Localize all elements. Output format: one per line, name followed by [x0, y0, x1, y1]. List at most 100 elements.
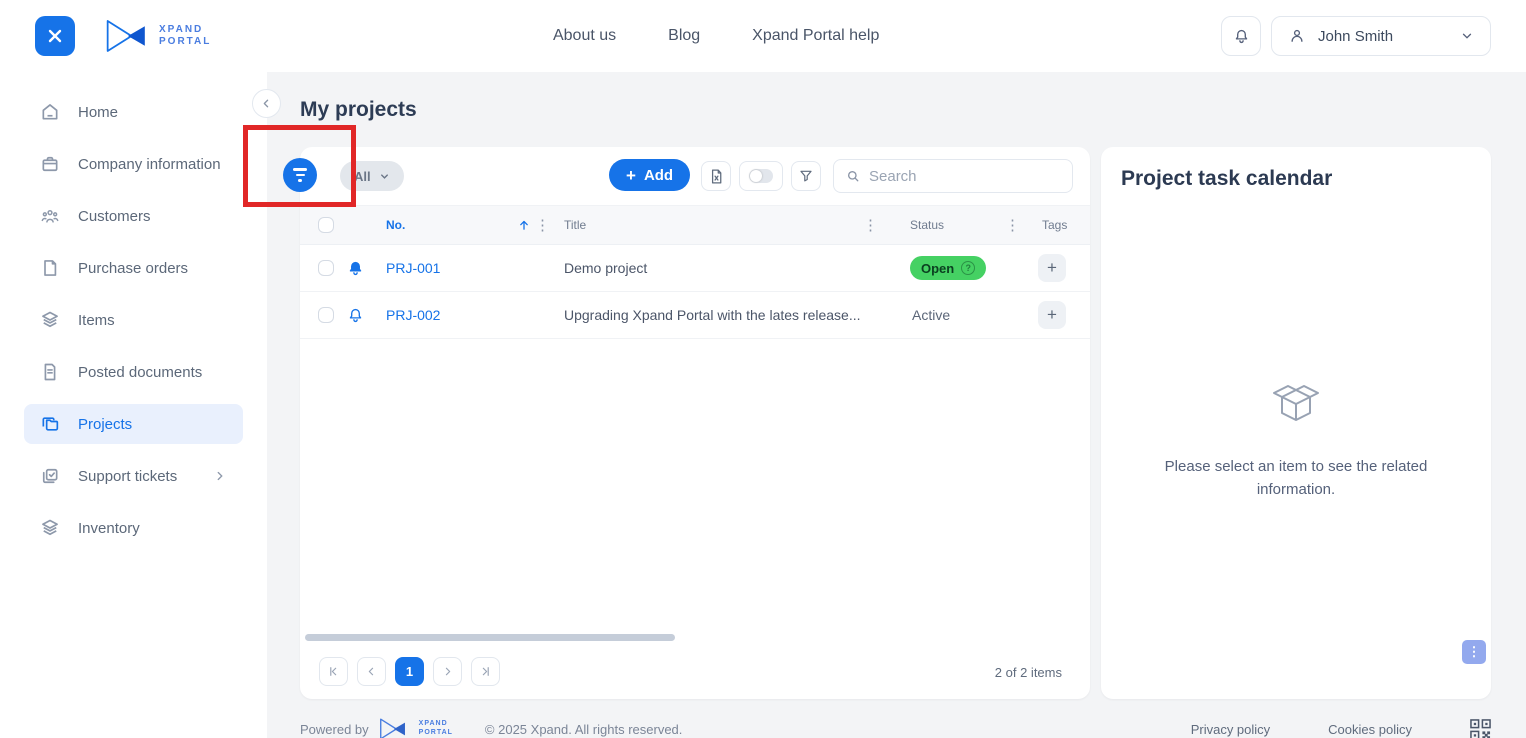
search-icon: [845, 168, 861, 184]
close-menu-button[interactable]: [35, 16, 75, 56]
support-ticket-icon: [40, 466, 60, 486]
sidebar-item-purchase-orders[interactable]: Purchase orders: [24, 242, 243, 294]
top-header: XPANDPORTAL About us Blog Xpand Portal h…: [0, 0, 1526, 72]
purchase-order-icon: [40, 258, 60, 278]
bell-outline-icon: [346, 306, 386, 325]
sidebar-item-label: Inventory: [78, 520, 140, 537]
column-menu-icon[interactable]: ⋮: [531, 216, 554, 234]
add-tag-button[interactable]: +: [1038, 301, 1066, 329]
column-header-title[interactable]: Title: [564, 218, 586, 232]
table-row[interactable]: PRJ-001 Demo project Open ? +: [300, 245, 1090, 292]
search-input[interactable]: [869, 168, 1068, 185]
home-icon: [40, 102, 60, 122]
projects-folder-icon: [40, 414, 60, 434]
items-count-summary: 2 of 2 items: [995, 665, 1062, 680]
first-page-button[interactable]: [319, 657, 348, 686]
add-button[interactable]: + Add: [609, 159, 690, 191]
project-title: Demo project: [564, 260, 900, 276]
projects-list-card: All + Add: [300, 147, 1090, 699]
bell-icon: [1232, 27, 1251, 46]
column-menu-icon[interactable]: ⋮: [1001, 216, 1024, 234]
project-no-link[interactable]: PRJ-002: [386, 307, 564, 323]
panel-menu-button[interactable]: ⋮: [1462, 640, 1486, 664]
brand-name: XPANDPORTAL: [419, 720, 453, 738]
select-all-checkbox[interactable]: [318, 217, 334, 233]
xpand-logo-icon: [379, 717, 409, 738]
powered-by-label: Powered by: [300, 722, 369, 737]
top-navigation: About us Blog Xpand Portal help: [211, 27, 1221, 45]
pagination: 1: [319, 657, 500, 686]
user-icon: [1288, 27, 1306, 45]
row-checkbox[interactable]: [318, 260, 334, 276]
page-number-button[interactable]: 1: [395, 657, 424, 686]
sidebar-item-label: Support tickets: [78, 468, 177, 485]
sidebar-collapse-button[interactable]: [252, 89, 281, 118]
sidebar-item-items[interactable]: Items: [24, 294, 243, 346]
sidebar-item-label: Posted documents: [78, 364, 202, 381]
project-task-calendar-panel: Project task calendar Please select an i…: [1101, 147, 1491, 699]
sidebar-item-projects[interactable]: Projects: [24, 404, 243, 444]
status-badge[interactable]: Open ?: [910, 256, 986, 280]
notifications-button[interactable]: [1221, 16, 1261, 56]
column-header-tags[interactable]: Tags: [1030, 218, 1086, 232]
header-actions: John Smith: [1221, 16, 1491, 56]
user-menu-button[interactable]: John Smith: [1271, 16, 1491, 56]
plus-icon: +: [626, 167, 636, 184]
column-header-no[interactable]: No.: [386, 218, 405, 232]
sidebar-item-label: Projects: [78, 416, 132, 433]
briefcase-icon: [40, 154, 60, 174]
last-page-button[interactable]: [471, 657, 500, 686]
funnel-icon: [798, 168, 814, 184]
bell-filled-icon: [346, 259, 386, 278]
column-menu-icon[interactable]: ⋮: [859, 216, 882, 234]
main-content: My projects All: [267, 72, 1526, 738]
brand-logo[interactable]: XPANDPORTAL: [105, 18, 211, 54]
qr-code-icon[interactable]: [1470, 719, 1491, 738]
horizontal-scrollbar[interactable]: [305, 634, 675, 641]
sidebar-item-label: Purchase orders: [78, 260, 188, 277]
chevron-down-icon: [379, 171, 390, 182]
status-label: Active: [900, 307, 1030, 323]
sidebar-item-customers[interactable]: Customers: [24, 190, 243, 242]
sidebar-item-company-information[interactable]: Company information: [24, 138, 243, 190]
row-checkbox[interactable]: [318, 307, 334, 323]
column-header-status[interactable]: Status: [910, 218, 944, 232]
panel-title: Project task calendar: [1101, 147, 1491, 191]
add-tag-button[interactable]: +: [1038, 254, 1066, 282]
nav-portal-help[interactable]: Xpand Portal help: [752, 27, 879, 45]
project-title: Upgrading Xpand Portal with the lates re…: [564, 307, 900, 323]
nav-about-us[interactable]: About us: [553, 27, 616, 45]
toggle-off-icon: [749, 169, 773, 183]
previous-page-button[interactable]: [357, 657, 386, 686]
privacy-policy-link[interactable]: Privacy policy: [1191, 722, 1270, 737]
export-excel-button[interactable]: [701, 161, 731, 191]
search-field: [833, 159, 1073, 193]
cookies-policy-link[interactable]: Cookies policy: [1328, 722, 1412, 737]
copyright-text: © 2025 Xpand. All rights reserved.: [485, 722, 682, 737]
sort-ascending-icon[interactable]: [517, 218, 531, 232]
table-row[interactable]: PRJ-002 Upgrading Xpand Portal with the …: [300, 292, 1090, 339]
sidebar-item-home[interactable]: Home: [24, 86, 243, 138]
chevron-left-icon: [260, 97, 273, 110]
next-page-button[interactable]: [433, 657, 462, 686]
list-toolbar: All + Add: [300, 147, 1090, 205]
customers-icon: [40, 206, 60, 226]
add-button-label: Add: [644, 167, 673, 184]
quick-filter-button[interactable]: [283, 158, 317, 192]
view-filter-label: All: [354, 169, 371, 184]
empty-box-icon: [1268, 382, 1324, 434]
view-filter-dropdown[interactable]: All: [340, 161, 404, 191]
chevron-right-icon: [213, 469, 227, 483]
nav-blog[interactable]: Blog: [668, 27, 700, 45]
sidebar-item-posted-documents[interactable]: Posted documents: [24, 346, 243, 398]
sidebar-item-label: Home: [78, 104, 118, 121]
column-filter-button[interactable]: [791, 161, 821, 191]
sidebar-item-inventory[interactable]: Inventory: [24, 502, 243, 554]
sidebar-item-support-tickets[interactable]: Support tickets: [24, 450, 243, 502]
brand-name: XPANDPORTAL: [159, 24, 211, 49]
items-layers-icon: [40, 310, 60, 330]
posted-document-icon: [40, 362, 60, 382]
view-toggle-button[interactable]: [739, 161, 783, 191]
project-no-link[interactable]: PRJ-001: [386, 260, 564, 276]
page-footer: Powered by XPANDPORTAL © 2025 Xpand. All…: [300, 707, 1491, 738]
